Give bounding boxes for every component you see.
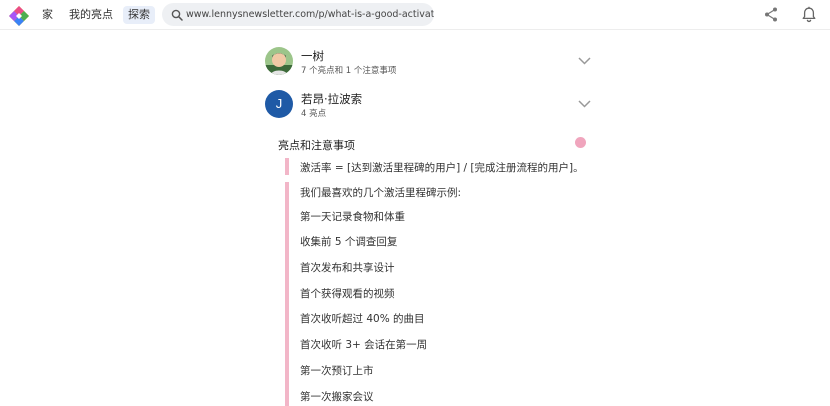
highlight-color-dot[interactable] [575,137,586,148]
bell-icon[interactable] [801,6,817,23]
top-bar: 家 我的亮点 探索 www.lennysnewsletter.com/p/wha… [0,0,830,30]
list-item[interactable]: 首次发布和共享设计 [300,260,395,275]
url-text[interactable]: www.lennysnewsletter.com/p/what-is-a-goo… [186,3,434,26]
list-item[interactable]: 首次收听超过 40% 的曲目 [300,311,425,326]
nav-home-link[interactable]: 家 [42,7,53,23]
highlight-bar [285,158,289,175]
user-name: 若昂·拉波索 [301,92,363,106]
url-search-bar[interactable]: www.lennysnewsletter.com/p/what-is-a-goo… [162,3,434,26]
user-row-joao-raposo[interactable]: J 若昂·拉波索 4 亮点 [265,90,595,120]
chevron-down-icon[interactable] [578,57,591,65]
share-icon[interactable] [764,7,778,22]
list-item[interactable]: 收集前 5 个调查回复 [300,234,397,249]
search-icon [171,9,183,21]
logo-icon[interactable] [8,5,30,27]
list-item[interactable]: 第一次搬家会议 [300,389,374,404]
list-item[interactable]: 第一天记录食物和体重 [300,209,405,224]
list-item[interactable]: 首个获得观看的视频 [300,286,395,301]
avatar: J [265,90,293,118]
highlight-intro[interactable]: 我们最喜欢的几个激活里程碑示例: [300,185,461,200]
user-row-yishu[interactable]: 一树 7 个亮点和 1 个注意事项 [265,47,595,77]
nav-explore-tab[interactable]: 探索 [123,6,155,24]
highlight-bar [285,182,289,406]
highlight-text[interactable]: 激活率 = [达到激活里程碑的用户] / [完成注册流程的用户]。 [300,160,584,175]
list-item[interactable]: 第一次预订上市 [300,363,374,378]
avatar [265,47,293,75]
nav-my-highlights-link[interactable]: 我的亮点 [69,7,113,23]
user-name: 一树 [301,49,324,63]
list-item[interactable]: 首次收听 3+ 会话在第一周 [300,337,427,352]
chevron-down-icon[interactable] [578,100,591,108]
section-title: 亮点和注意事项 [278,139,355,152]
user-highlight-count: 4 亮点 [301,109,327,119]
user-highlight-count: 7 个亮点和 1 个注意事项 [301,66,397,76]
